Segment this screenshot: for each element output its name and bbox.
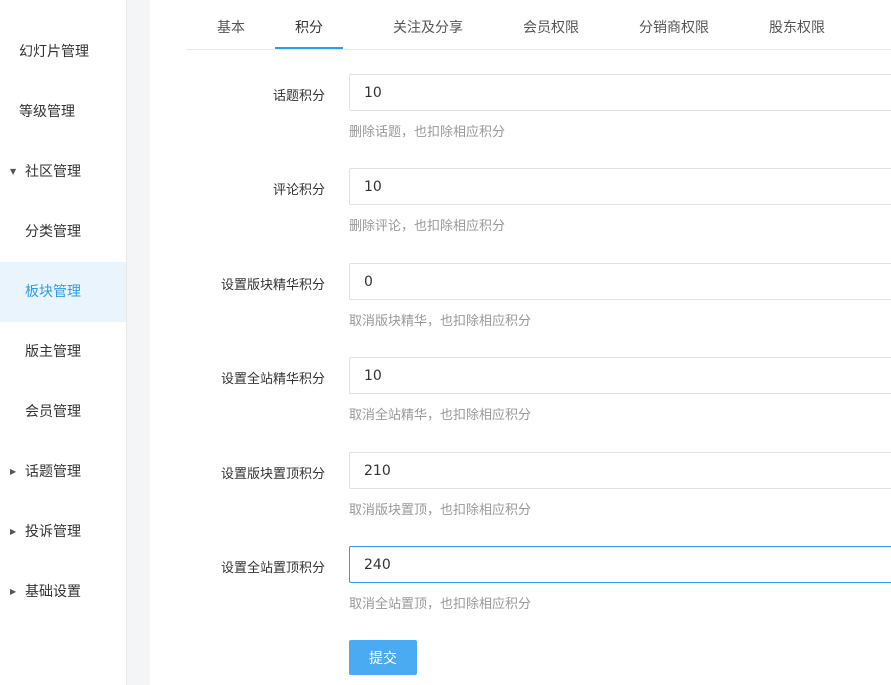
tab-basic[interactable]: 基本 (187, 0, 275, 49)
form-row-site-top-points: 设置全站置顶积分 取消全站置顶，也扣除相应积分 (150, 546, 891, 626)
sidebar-item-label: 会员管理 (25, 404, 81, 420)
field-hint: 取消全站精华，也扣除相应积分 (349, 408, 532, 423)
field-label: 评论积分 (272, 183, 325, 198)
tab-member-permission[interactable]: 会员权限 (507, 0, 595, 49)
field-label: 设置全站置顶积分 (220, 561, 325, 576)
site-elite-points-input[interactable] (349, 357, 891, 394)
sidebar-item-label: 投诉管理 (25, 524, 81, 540)
sidebar-item-label: 基础设置 (25, 584, 81, 600)
layout-gutter (127, 0, 150, 685)
tab-shareholder-permission[interactable]: 股东权限 (753, 0, 841, 49)
caret-right-icon: ▶ (10, 527, 17, 536)
sidebar-item-community[interactable]: ▼ 社区管理 (0, 142, 126, 202)
field-label: 设置版块精华积分 (220, 278, 325, 293)
sidebar-item-label: 话题管理 (25, 464, 81, 480)
sidebar-item-label: 分类管理 (25, 224, 81, 240)
field-hint: 取消版块置顶，也扣除相应积分 (349, 503, 532, 518)
form-row-board-elite-points: 设置版块精华积分 取消版块精华，也扣除相应积分 (150, 263, 891, 343)
field-hint: 删除评论，也扣除相应积分 (349, 219, 506, 234)
sidebar-nav: 幻灯片管理 等级管理 ▼ 社区管理 分类管理 板块管理 版主管理 会员管理 ▶ … (0, 0, 127, 685)
form-row-site-elite-points: 设置全站精华积分 取消全站精华，也扣除相应积分 (150, 357, 891, 437)
topic-points-input[interactable] (349, 74, 891, 111)
sidebar-item-label: 等级管理 (19, 104, 75, 120)
form-row-board-top-points: 设置版块置顶积分 取消版块置顶，也扣除相应积分 (150, 452, 891, 532)
caret-down-icon: ▼ (10, 167, 17, 176)
field-hint: 删除话题，也扣除相应积分 (349, 125, 506, 140)
sidebar-item-basic-settings[interactable]: ▶ 基础设置 (0, 562, 126, 622)
board-top-points-input[interactable] (349, 452, 891, 489)
tab-bar: 基本 积分 关注及分享 会员权限 分销商权限 股东权限 (187, 0, 891, 50)
sidebar-item-label: 社区管理 (25, 164, 81, 180)
form-row-topic-points: 话题积分 删除话题，也扣除相应积分 (150, 74, 891, 154)
board-elite-points-input[interactable] (349, 263, 891, 300)
sidebar-item-board[interactable]: 板块管理 (0, 262, 126, 322)
field-hint: 取消全站置顶，也扣除相应积分 (349, 597, 532, 612)
form-row-comment-points: 评论积分 删除评论，也扣除相应积分 (150, 168, 891, 248)
caret-right-icon: ▶ (10, 467, 17, 476)
sidebar-item-level[interactable]: 等级管理 (0, 82, 126, 142)
admin-app: 幻灯片管理 等级管理 ▼ 社区管理 分类管理 板块管理 版主管理 会员管理 ▶ … (0, 0, 891, 685)
main-content: 基本 积分 关注及分享 会员权限 分销商权限 股东权限 话题积分 删除话题，也扣… (150, 0, 891, 685)
sidebar-item-label: 版主管理 (25, 344, 81, 360)
sidebar-item-label: 板块管理 (25, 284, 81, 300)
field-label: 设置全站精华积分 (220, 372, 325, 387)
sidebar-item-member[interactable]: 会员管理 (0, 382, 126, 442)
sidebar-item-slideshow[interactable]: 幻灯片管理 (0, 22, 126, 82)
sidebar-item-label: 幻灯片管理 (19, 44, 89, 60)
tab-follow-share[interactable]: 关注及分享 (377, 0, 479, 49)
field-hint: 取消版块精华，也扣除相应积分 (349, 314, 532, 329)
site-top-points-input[interactable] (349, 546, 891, 583)
sidebar-item-topic[interactable]: ▶ 话题管理 (0, 442, 126, 502)
sidebar-item-category[interactable]: 分类管理 (0, 202, 126, 262)
sidebar-item-moderator[interactable]: 版主管理 (0, 322, 126, 382)
comment-points-input[interactable] (349, 168, 891, 205)
field-label: 话题积分 (272, 89, 325, 104)
field-label: 设置版块置顶积分 (220, 467, 325, 482)
tab-points[interactable]: 积分 (275, 0, 343, 49)
submit-button[interactable]: 提交 (349, 640, 417, 675)
tab-distributor-permission[interactable]: 分销商权限 (623, 0, 725, 49)
sidebar-item-complaint[interactable]: ▶ 投诉管理 (0, 502, 126, 562)
caret-right-icon: ▶ (10, 587, 17, 596)
